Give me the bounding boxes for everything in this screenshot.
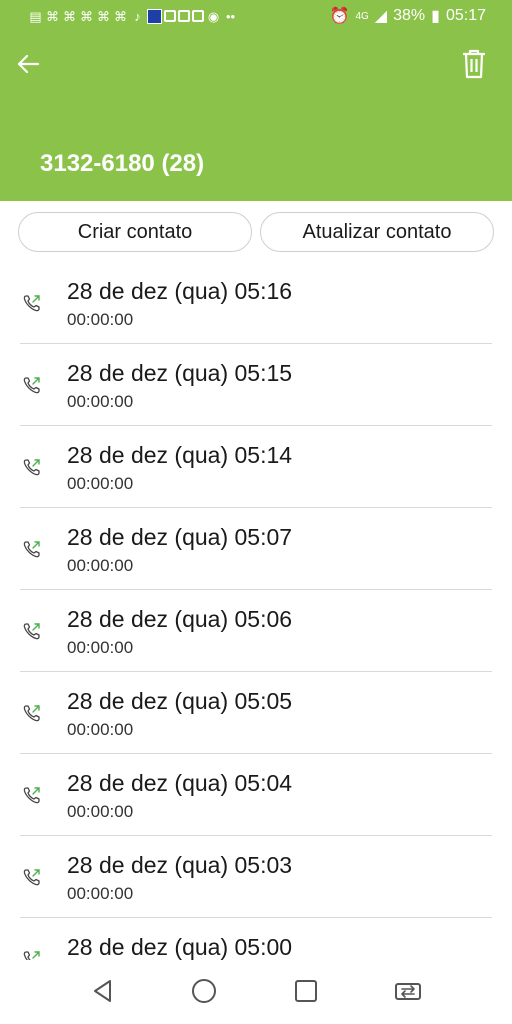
call-date: 28 de dez (qua) 05:16	[67, 278, 293, 304]
square-recents-icon	[295, 980, 317, 1002]
outgoing-call-icon	[23, 951, 40, 960]
call-duration: 00:00:00	[67, 884, 134, 903]
call-duration: 00:00:00	[67, 720, 134, 739]
app-notification-icon: ⌘	[63, 8, 76, 24]
nav-back-button[interactable]	[88, 976, 118, 1006]
call-log-item[interactable]: 28 de dez (qua) 05:06 00:00:00	[0, 590, 512, 672]
nav-home-button[interactable]	[189, 976, 219, 1006]
call-log-item[interactable]: 28 de dez (qua) 05:03 00:00:00	[0, 836, 512, 918]
create-contact-button[interactable]: Criar contato	[18, 212, 252, 252]
nav-switch-button[interactable]	[393, 976, 423, 1006]
news-notification-icon: ▤	[29, 8, 42, 24]
mail-notification-icon	[192, 10, 204, 22]
call-date: 28 de dez (qua) 05:06	[67, 606, 293, 632]
call-date: 28 de dez (qua) 05:15	[67, 360, 293, 386]
call-log-item[interactable]: 28 de dez (qua) 05:07 00:00:00	[0, 508, 512, 590]
outgoing-call-icon	[23, 459, 40, 476]
outgoing-call-icon	[23, 623, 40, 640]
outgoing-call-icon	[23, 295, 40, 312]
call-log-item[interactable]: 28 de dez (qua) 05:14 00:00:00	[0, 426, 512, 508]
alarm-icon: ⏰	[329, 8, 350, 25]
call-date: 28 de dez (qua) 05:05	[67, 688, 293, 714]
call-date: 28 de dez (qua) 05:07	[67, 524, 293, 550]
page-title: 3132-6180 (28)	[40, 150, 205, 177]
call-duration: 00:00:00	[67, 556, 134, 575]
circle-home-icon	[192, 979, 216, 1003]
call-date: 28 de dez (qua) 05:00	[67, 934, 293, 960]
battery-icon: ▮	[431, 8, 440, 25]
app-notification-icon: ⌘	[46, 8, 59, 24]
messenger-notification-icon: ◉	[207, 8, 220, 24]
outgoing-call-icon	[23, 377, 40, 394]
call-log-item[interactable]: 28 de dez (qua) 05:05 00:00:00	[0, 672, 512, 754]
status-indicators: ⏰ 4G ◢ 38% ▮ 05:17	[330, 6, 486, 26]
app-notification-icon: ⌘	[80, 8, 93, 24]
more-notifications-icon: ••	[225, 8, 236, 24]
call-log-item[interactable]: 28 de dez (qua) 05:04 00:00:00	[0, 754, 512, 836]
outgoing-call-icon	[23, 869, 40, 886]
call-duration: 00:00:00	[67, 638, 134, 657]
system-nav-bar	[0, 960, 512, 1024]
mail-notification-icon	[164, 10, 176, 22]
call-date: 28 de dez (qua) 05:04	[67, 770, 293, 796]
back-button[interactable]	[12, 48, 44, 80]
call-date: 28 de dez (qua) 05:14	[67, 442, 293, 468]
call-log-item[interactable]: 28 de dez (qua) 05:16 00:00:00	[0, 262, 512, 344]
arrow-left-icon	[17, 54, 40, 74]
trash-icon	[463, 49, 485, 79]
app-notification-icon: ⌘	[114, 8, 127, 24]
call-duration: 00:00:00	[67, 310, 134, 329]
tiktok-notification-icon: ♪	[134, 8, 141, 24]
outgoing-call-icon	[23, 705, 40, 722]
clock: 05:17	[445, 7, 486, 24]
outgoing-call-icon	[23, 787, 40, 804]
call-log-list: 28 de dez (qua) 05:16 00:00:00 28 de dez…	[0, 262, 512, 960]
status-bar: ▤ ⌘ ⌘ ⌘ ⌘ ⌘ ♪ ◉ •• ⏰ 4G ◢ 38% ▮ 05:17	[0, 0, 512, 32]
call-date: 28 de dez (qua) 05:03	[67, 852, 293, 878]
delete-button[interactable]	[458, 47, 490, 81]
battery-percent: 38%	[393, 7, 426, 24]
outgoing-call-icon	[23, 541, 40, 558]
notification-icons: ▤ ⌘ ⌘ ⌘ ⌘ ⌘ ♪ ◉ ••	[28, 7, 238, 25]
network-type: 4G	[355, 10, 369, 22]
signal-icon: ◢	[374, 8, 388, 25]
call-duration: 00:00:00	[67, 474, 134, 493]
call-log-item[interactable]: 28 de dez (qua) 05:15 00:00:00	[0, 344, 512, 426]
switch-apps-icon	[395, 983, 421, 1000]
update-contact-button[interactable]: Atualizar contato	[260, 212, 494, 252]
call-duration: 00:00:00	[67, 392, 134, 411]
call-duration: 00:00:00	[67, 802, 134, 821]
call-log-item[interactable]: 28 de dez (qua) 05:00	[0, 918, 512, 960]
mail-notification-icon	[178, 10, 190, 22]
app-header: ▤ ⌘ ⌘ ⌘ ⌘ ⌘ ♪ ◉ •• ⏰ 4G ◢ 38% ▮ 05:17 31…	[0, 0, 512, 201]
triangle-back-icon	[94, 980, 111, 1002]
nav-recents-button[interactable]	[291, 976, 321, 1006]
app-notification-icon	[147, 8, 162, 24]
app-notification-icon: ⌘	[97, 8, 110, 24]
